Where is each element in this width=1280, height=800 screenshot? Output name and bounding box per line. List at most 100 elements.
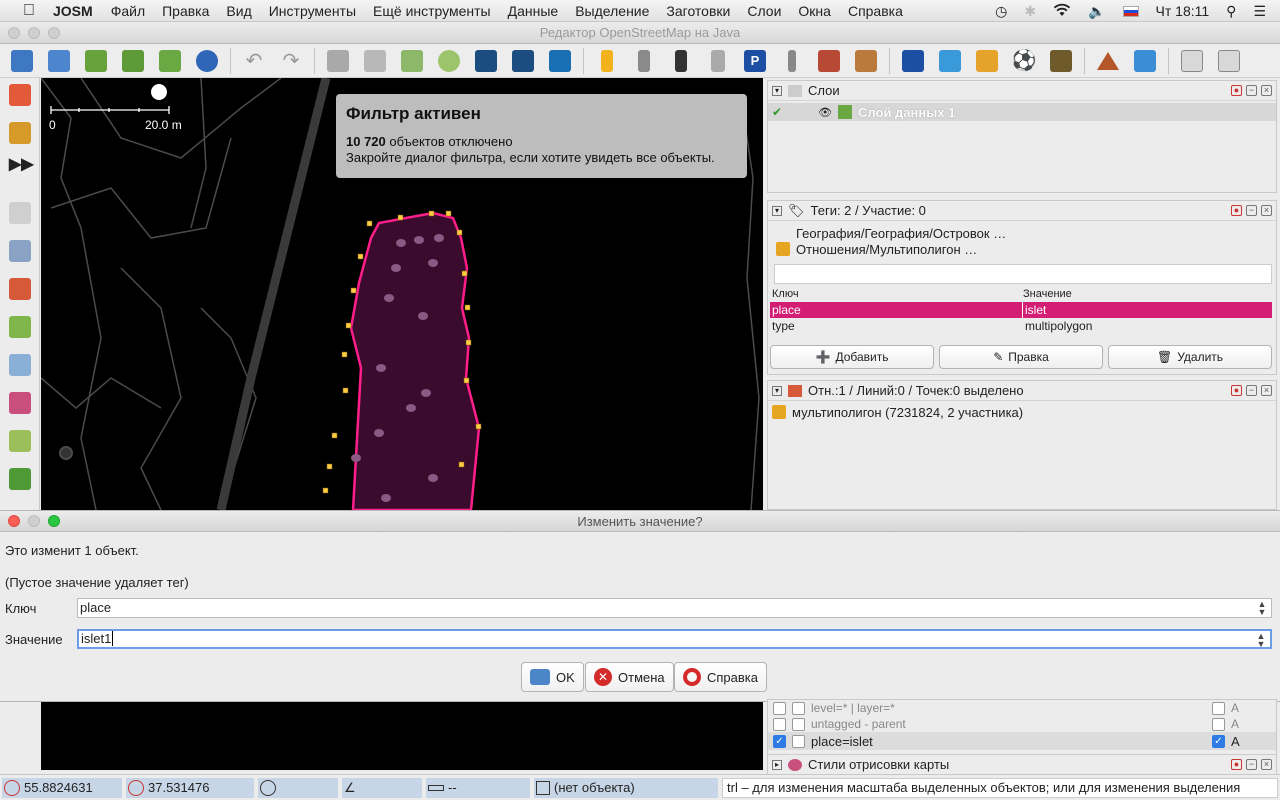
preset-link-2[interactable]: Отношения/Мультиполигон … [768,242,1276,258]
filter-enable-checkbox[interactable] [773,717,786,731]
layer-active-check-icon[interactable]: ✔ [772,105,782,119]
road-preset-2-button[interactable] [509,47,537,75]
more-tools-icon[interactable]: ▶▶ [9,154,34,176]
preset-link-2-label[interactable]: Отношения/Мультиполигон … [796,242,977,258]
dialog-minimize-button[interactable] [28,515,40,527]
bing-button[interactable] [546,47,574,75]
filter-enable-checkbox[interactable]: ✓ [773,734,786,748]
menu-file[interactable]: Файл [111,3,145,19]
menu-selection[interactable]: Выделение [575,3,649,19]
tag-key[interactable]: place [772,302,1023,318]
menu-view[interactable]: Вид [226,3,251,19]
map-view[interactable]: 0 20.0 m Фильтр активен 10 720 объектов … [41,78,763,510]
window-close-button[interactable] [8,27,20,39]
info-button[interactable] [899,47,927,75]
col-value-header[interactable]: Значение [1023,288,1072,300]
waterway-button[interactable] [1131,47,1159,75]
window-minimize-button[interactable] [28,27,40,39]
imagery-2-button[interactable] [361,47,389,75]
panel-close-icon[interactable]: × [1261,205,1272,216]
open-file-button[interactable] [8,47,36,75]
peak-button[interactable] [1094,47,1122,75]
tag-filter-input[interactable] [774,264,1272,284]
filter-enable-checkbox[interactable] [773,701,786,715]
time-machine-icon[interactable]: ◷ [995,3,1007,20]
relations-toggle-icon[interactable] [9,316,31,338]
railway-button[interactable] [667,47,695,75]
tag-key[interactable]: type [772,318,1023,334]
dialog-zoom-button[interactable] [48,515,60,527]
panel-sticky-icon[interactable]: ● [1231,205,1242,216]
search-map-button[interactable] [1178,47,1206,75]
key-combobox[interactable]: place ▲ ▼ [77,598,1272,618]
expand-icon[interactable]: ▸ [772,759,782,770]
panel-pin-icon[interactable]: − [1246,759,1257,770]
apple-icon[interactable]:  [19,1,39,21]
filter-inverted-checkbox[interactable]: ✓ [1212,734,1225,748]
preferences-globe-icon[interactable] [193,47,221,75]
turn-restriction-button[interactable] [704,47,732,75]
col-key-header[interactable]: Ключ [772,288,1023,300]
notification-center-icon[interactable]: ☰ [1253,3,1266,20]
layer-visible-eye-icon[interactable]: 👁 [818,106,832,119]
draw-tool-icon[interactable] [9,122,31,144]
window-zoom-button[interactable] [48,27,60,39]
ok-button[interactable]: OK [521,662,584,692]
table-row[interactable]: untagged - parent A [768,716,1276,732]
filter-inverted-checkbox[interactable] [1212,717,1225,731]
styles-toggle-icon[interactable] [9,392,31,414]
menu-tools[interactable]: Инструменты [269,3,356,19]
download-button[interactable] [82,47,110,75]
collapse-icon[interactable]: ▾ [772,205,782,216]
dialog-close-button[interactable] [8,515,20,527]
filter-inverted-checkbox[interactable] [1212,701,1225,715]
table-row[interactable]: place islet [770,302,1272,318]
delete-tag-button[interactable]: 🗑 Удалить [1108,345,1272,369]
filter-hide-checkbox[interactable] [792,701,805,715]
preset-link-1[interactable]: География/География/Островок … [768,226,1276,242]
tag-value[interactable]: islet [1023,302,1046,318]
search-icon[interactable]: ⚲ [1226,3,1236,20]
filter-toggle-icon[interactable] [9,354,31,376]
layers-toggle-icon[interactable] [9,202,31,224]
menu-more-tools[interactable]: Ещё инструменты [373,3,491,19]
layer-row[interactable]: ✔ 👁 Слой данных 1 [768,103,1276,121]
wifi-icon[interactable] [1053,3,1071,20]
imagery-1-button[interactable] [324,47,352,75]
panel-close-icon[interactable]: × [1261,85,1272,96]
panel-close-icon[interactable]: × [1261,759,1272,770]
road-preset-1-button[interactable] [472,47,500,75]
tag-value[interactable]: multipolygon [1023,318,1092,334]
redo-button[interactable]: ↷ [277,47,305,75]
parking-button[interactable]: P [741,47,769,75]
industrial-button[interactable] [1047,47,1075,75]
hotel-button[interactable] [936,47,964,75]
table-row[interactable]: type multipolygon [770,318,1272,334]
zoom-slider-knob[interactable] [151,84,167,100]
menu-data[interactable]: Данные [508,3,559,19]
todo-toggle-icon[interactable] [9,468,31,490]
download-object-button[interactable] [119,47,147,75]
upload-button[interactable] [156,47,184,75]
menu-help[interactable]: Справка [848,3,903,19]
collapse-icon[interactable]: ▾ [772,85,782,96]
add-tag-button[interactable]: ➕ Добавить [770,345,934,369]
panel-close-icon[interactable]: × [1261,385,1272,396]
panel-pin-icon[interactable]: − [1246,385,1257,396]
menu-presets[interactable]: Заготовки [666,3,730,19]
panel-sticky-icon[interactable]: ● [1231,385,1242,396]
fence-button[interactable] [852,47,880,75]
zoom-search-icon[interactable] [435,47,463,75]
chevron-updown-icon[interactable]: ▲ ▼ [1254,632,1268,649]
panel-sticky-icon[interactable]: ● [1231,85,1242,96]
bluetooth-icon[interactable]: ✱ [1024,3,1036,20]
map-view-lower[interactable] [41,702,763,770]
edit-tag-button[interactable]: ✎ Правка [939,345,1103,369]
panel-pin-icon[interactable]: − [1246,85,1257,96]
cancel-button[interactable]: ✕ Отмена [585,662,674,692]
menu-edit[interactable]: Правка [162,3,209,19]
sport-button[interactable]: ⚽ [1010,47,1038,75]
table-row[interactable]: level=* | layer=* A [768,700,1276,716]
wall-button[interactable] [815,47,843,75]
list-item[interactable]: мультиполигон (7231824, 2 участника) [768,405,1276,421]
